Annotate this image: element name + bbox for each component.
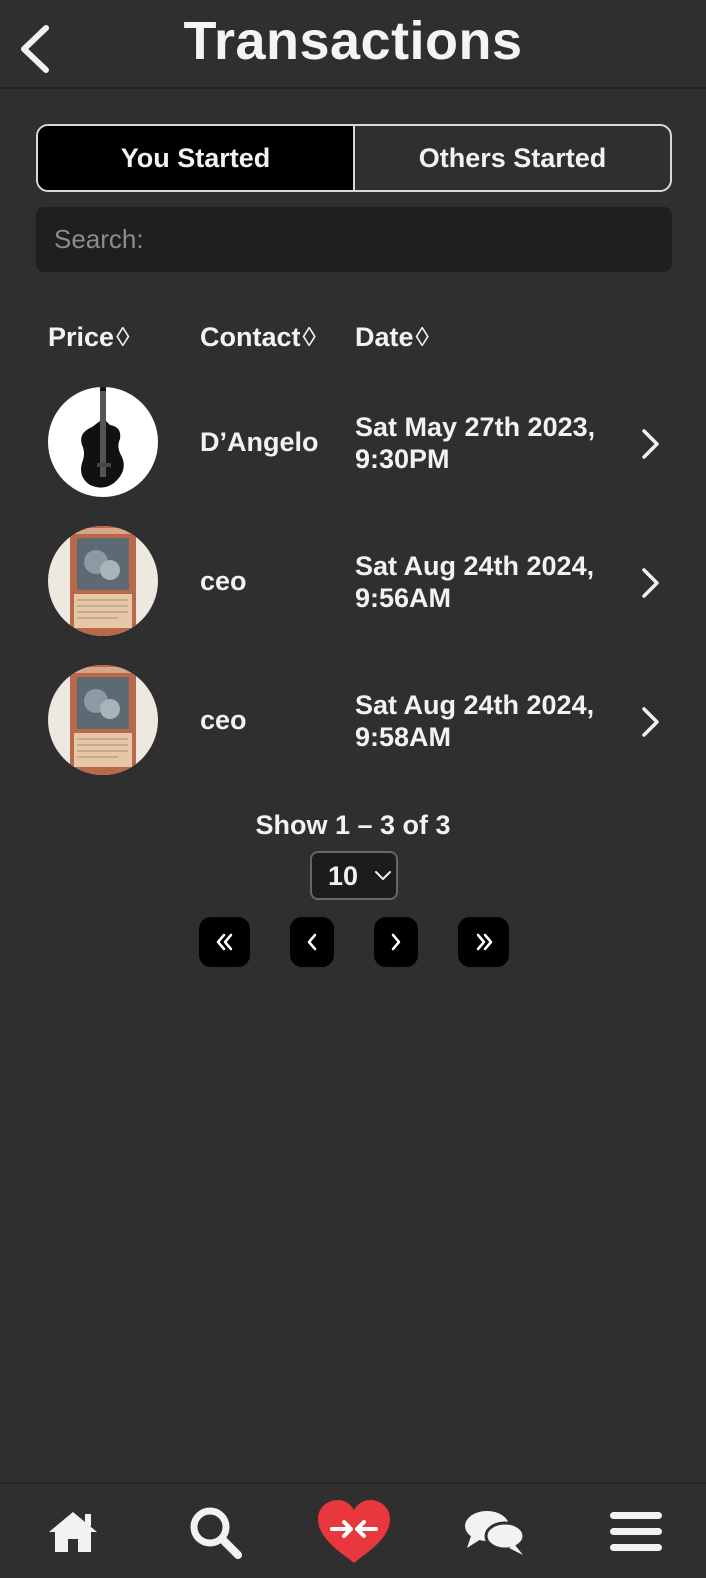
last-page-icon	[476, 933, 492, 951]
nav-trades[interactable]	[314, 1484, 394, 1578]
transaction-date: Sat Aug 24th 2024, 9:56AM	[355, 551, 595, 613]
prev-page-icon	[307, 933, 317, 951]
chevron-down-icon	[375, 871, 391, 880]
table-row[interactable]: D’Angelo Sat May 27th 2023, 9:30PM	[0, 387, 706, 507]
tab-you-started[interactable]: You Started	[38, 126, 353, 190]
column-header-contact[interactable]: Contact◊	[200, 322, 316, 353]
menu-icon	[610, 1512, 662, 1551]
first-page-icon	[216, 933, 232, 951]
chat-icon	[465, 1511, 526, 1555]
header: Transactions	[0, 0, 706, 89]
chevron-right-icon	[642, 429, 659, 459]
sort-icon: ◊	[116, 322, 130, 352]
column-header-price[interactable]: Price◊	[48, 322, 129, 353]
transaction-date: Sat Aug 24th 2024, 9:58AM	[355, 690, 595, 752]
page-size-select[interactable]: 10	[310, 851, 398, 900]
nav-home[interactable]	[36, 1484, 110, 1578]
guitar-image	[48, 387, 158, 497]
search-icon	[190, 1507, 242, 1559]
table-row[interactable]: ceo Sat Aug 24th 2024, 9:58AM	[0, 665, 706, 785]
nav-menu[interactable]	[602, 1484, 670, 1578]
chevron-right-icon	[642, 707, 659, 737]
prev-page-button[interactable]	[290, 917, 334, 967]
table-row[interactable]: ceo Sat Aug 24th 2024, 9:56AM	[0, 526, 706, 646]
chevron-right-icon	[642, 568, 659, 598]
transaction-filter-tabs: You Started Others Started	[36, 124, 672, 192]
tab-others-started[interactable]: Others Started	[353, 126, 670, 190]
home-icon	[49, 1512, 97, 1552]
column-header-label: Contact	[200, 322, 301, 352]
next-page-icon	[391, 933, 401, 951]
sort-icon: ◊	[415, 322, 429, 352]
first-page-button[interactable]	[199, 917, 250, 967]
nav-search[interactable]	[178, 1484, 252, 1578]
contact-name: ceo	[200, 566, 247, 596]
page-size-value: 10	[328, 861, 359, 891]
last-page-button[interactable]	[458, 917, 509, 967]
column-header-date[interactable]: Date◊	[355, 322, 429, 353]
column-header-label: Price	[48, 322, 115, 352]
trading-card-image	[48, 526, 158, 636]
column-header-label: Date	[355, 322, 414, 352]
next-page-button[interactable]	[374, 917, 418, 967]
search-input[interactable]	[36, 207, 672, 272]
sort-icon: ◊	[302, 322, 316, 352]
bottom-nav	[0, 1482, 706, 1578]
transaction-date: Sat May 27th 2023, 9:30PM	[355, 412, 596, 474]
nav-messages[interactable]	[460, 1484, 530, 1578]
contact-name: ceo	[200, 705, 247, 735]
contact-name: D’Angelo	[200, 427, 319, 457]
page-title: Transactions	[183, 11, 523, 71]
trading-card-image	[48, 665, 158, 775]
heart-swap-icon	[318, 1500, 390, 1563]
pagination-summary: Show 1 – 3 of 3	[255, 810, 451, 840]
